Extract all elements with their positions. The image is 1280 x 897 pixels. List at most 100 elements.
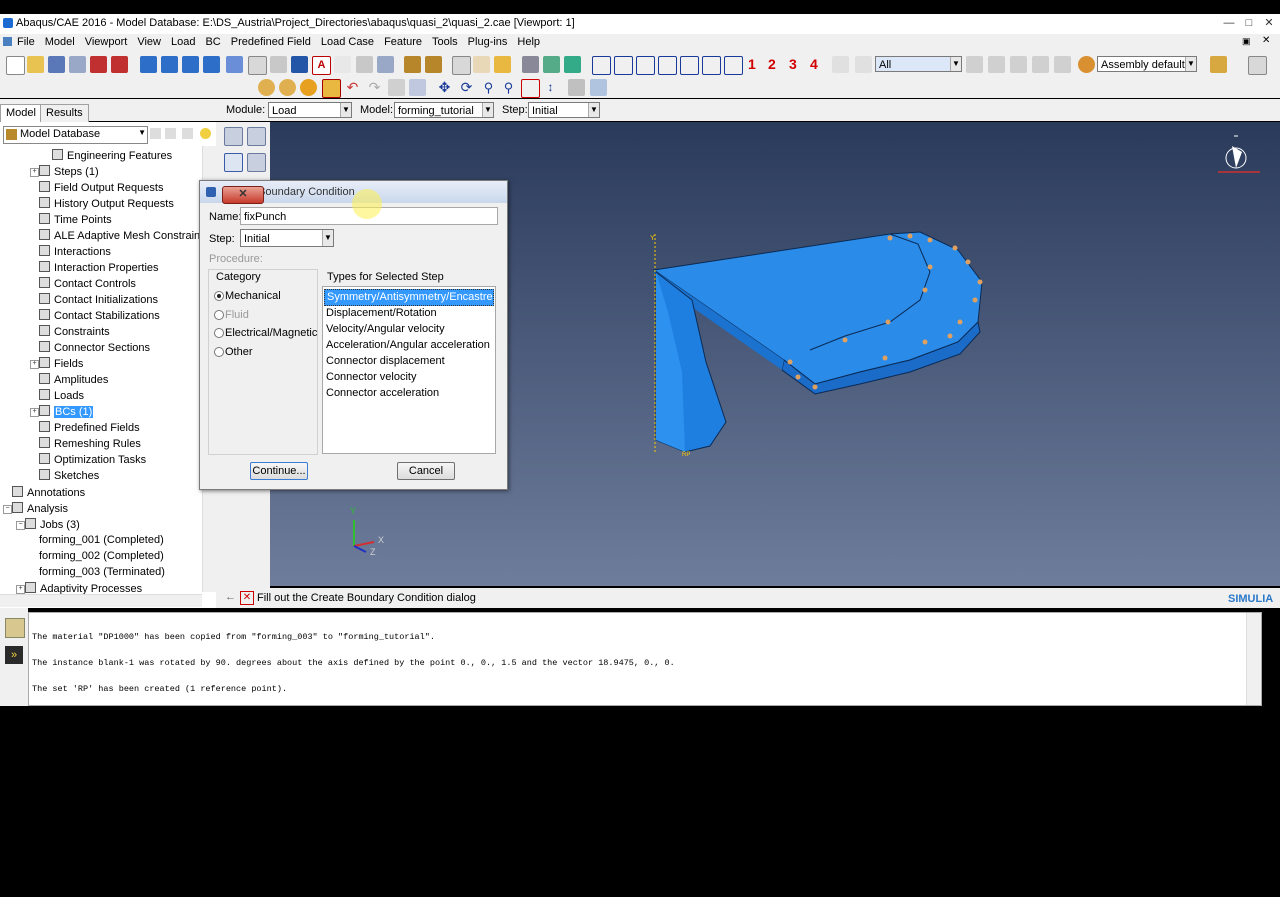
step-4-button[interactable]: 4 <box>810 56 818 72</box>
render-style-3-icon[interactable] <box>300 79 317 96</box>
tree-item-constraints[interactable]: Constraints <box>39 325 110 338</box>
menu-bc[interactable]: BC <box>200 34 225 48</box>
tree-tool-1-icon[interactable] <box>150 128 161 139</box>
color-settings-icon[interactable] <box>1210 56 1227 73</box>
new-file-icon[interactable] <box>6 56 25 75</box>
render-icon[interactable] <box>226 56 243 73</box>
message-area-icon[interactable] <box>5 618 25 638</box>
tree-tool-2-icon[interactable] <box>165 128 176 139</box>
zoom-icon[interactable] <box>270 56 287 73</box>
cancel-button[interactable]: Cancel <box>397 462 455 480</box>
tree-item-field-output[interactable]: Field Output Requests <box>39 181 163 194</box>
type-item-connector-acceleration[interactable]: Connector acceleration <box>326 387 439 399</box>
filter-icon[interactable] <box>200 128 211 139</box>
model-select[interactable]: forming_tutorial ▼ <box>394 102 494 118</box>
step-field-select[interactable]: Initial ▼ <box>240 229 334 247</box>
tree-item-predefined-fields[interactable]: Predefined Fields <box>39 421 140 434</box>
menu-view[interactable]: View <box>132 34 166 48</box>
bc-manager-icon[interactable] <box>247 153 266 172</box>
cycle-icon[interactable] <box>388 79 405 96</box>
pan-icon[interactable] <box>322 79 341 98</box>
tree-item-job-001[interactable]: forming_001 (Completed) <box>39 534 164 546</box>
open-icon[interactable] <box>27 56 44 73</box>
collapse-icon[interactable]: − <box>16 521 25 530</box>
magnify-icon[interactable]: ⚲ <box>480 79 497 96</box>
step-select[interactable]: Initial ▼ <box>528 102 600 118</box>
expand-icon[interactable]: + <box>30 360 39 369</box>
arrow-annotation-icon[interactable] <box>291 56 308 73</box>
tree-item-analysis[interactable]: Analysis <box>12 502 68 515</box>
list-icon[interactable] <box>377 56 394 73</box>
select-tool-2-icon[interactable] <box>988 56 1005 73</box>
view-top-icon[interactable] <box>702 56 721 75</box>
export-icon[interactable] <box>90 56 107 73</box>
tree-item-optimization-tasks[interactable]: Optimization Tasks <box>39 453 146 466</box>
view-right-icon[interactable] <box>680 56 699 75</box>
maximize-icon[interactable]: □ <box>1242 16 1256 30</box>
tab-results[interactable]: Results <box>40 104 89 122</box>
view-bottom-icon[interactable] <box>724 56 743 75</box>
tree-item-engineering-features[interactable]: Engineering Features <box>52 149 172 162</box>
step-2-button[interactable]: 2 <box>768 56 776 72</box>
type-item-velocity[interactable]: Velocity/Angular velocity <box>326 323 445 335</box>
tree-item-loads[interactable]: Loads <box>39 389 84 402</box>
tree-item-fields[interactable]: Fields <box>39 357 83 370</box>
menu-plugins[interactable]: Plug-ins <box>463 34 513 48</box>
viewport-layout-1-icon[interactable] <box>140 56 157 73</box>
tree-item-history-output[interactable]: History Output Requests <box>39 197 174 210</box>
mesh-icon[interactable] <box>404 56 421 73</box>
redo-icon[interactable]: ↷ <box>366 79 383 96</box>
text-annotation-icon[interactable]: A <box>312 56 331 75</box>
viewport-layout-2-icon[interactable] <box>161 56 178 73</box>
tree-root-select[interactable]: Model Database ▼ <box>3 126 148 144</box>
select-tool-5-icon[interactable] <box>1054 56 1071 73</box>
shaded-icon[interactable] <box>494 56 511 73</box>
rotate-icon[interactable]: ⟳ <box>458 79 475 96</box>
import-icon[interactable] <box>111 56 128 73</box>
load-manager-icon[interactable] <box>247 127 266 146</box>
select-tool-1-icon[interactable] <box>966 56 983 73</box>
color-apply-icon[interactable] <box>1248 56 1267 75</box>
mesh-view3-icon[interactable] <box>564 56 581 73</box>
menu-predefined-field[interactable]: Predefined Field <box>226 34 316 48</box>
message-scrollbar[interactable] <box>1246 613 1261 705</box>
tree-item-contact-initializations[interactable]: Contact Initializations <box>39 293 158 306</box>
python-prompt-icon[interactable]: » <box>5 646 23 664</box>
view-left-icon[interactable] <box>658 56 677 75</box>
selection-arrow-icon[interactable] <box>855 56 872 73</box>
view-iso-icon[interactable] <box>592 56 611 75</box>
radio-mechanical[interactable] <box>214 291 224 301</box>
tree-item-bcs[interactable]: BCs (1) <box>39 405 94 418</box>
menu-file[interactable]: File <box>12 34 40 48</box>
tree-item-amplitudes[interactable]: Amplitudes <box>39 373 108 386</box>
collapse-icon[interactable]: − <box>3 505 12 514</box>
close-icon[interactable]: ✕ <box>1262 16 1276 30</box>
restore-icon[interactable]: ▣ <box>1242 36 1251 47</box>
render-style-1-icon[interactable] <box>258 79 275 96</box>
mesh-view-icon[interactable] <box>522 56 539 73</box>
type-item-connector-velocity[interactable]: Connector velocity <box>326 371 417 383</box>
step-1-button[interactable]: 1 <box>748 56 756 72</box>
tree-item-annotations[interactable]: Annotations <box>12 486 85 499</box>
tree-item-time-points[interactable]: Time Points <box>39 213 112 226</box>
type-item-displacement[interactable]: Displacement/Rotation <box>326 307 437 319</box>
tree-item-contact-controls[interactable]: Contact Controls <box>39 277 136 290</box>
mdi-close-icon[interactable]: ✕ <box>1262 35 1270 46</box>
view-back-icon[interactable] <box>636 56 655 75</box>
select-icon[interactable] <box>334 56 351 73</box>
tree-item-jobs[interactable]: Jobs (3) <box>25 518 80 531</box>
tree-item-connector-sections[interactable]: Connector Sections <box>39 341 150 354</box>
selection-cursor-icon[interactable] <box>832 56 849 73</box>
minimize-icon[interactable]: — <box>1222 16 1236 30</box>
tree-item-job-002[interactable]: forming_002 (Completed) <box>39 550 164 562</box>
menu-load-case[interactable]: Load Case <box>316 34 379 48</box>
viewport-layout-3-icon[interactable] <box>182 56 199 73</box>
tree-tool-3-icon[interactable] <box>182 128 193 139</box>
expand-icon[interactable]: + <box>30 168 39 177</box>
type-item-acceleration[interactable]: Acceleration/Angular acceleration <box>326 339 490 351</box>
tree-item-job-003[interactable]: forming_003 (Terminated) <box>39 566 165 578</box>
tree-item-ale[interactable]: ALE Adaptive Mesh Constraints <box>39 229 209 242</box>
type-item-symmetry[interactable]: Symmetry/Antisymmetry/Encastre <box>324 289 494 306</box>
menu-feature[interactable]: Feature <box>379 34 427 48</box>
continue-button[interactable]: Continue... <box>250 462 308 480</box>
